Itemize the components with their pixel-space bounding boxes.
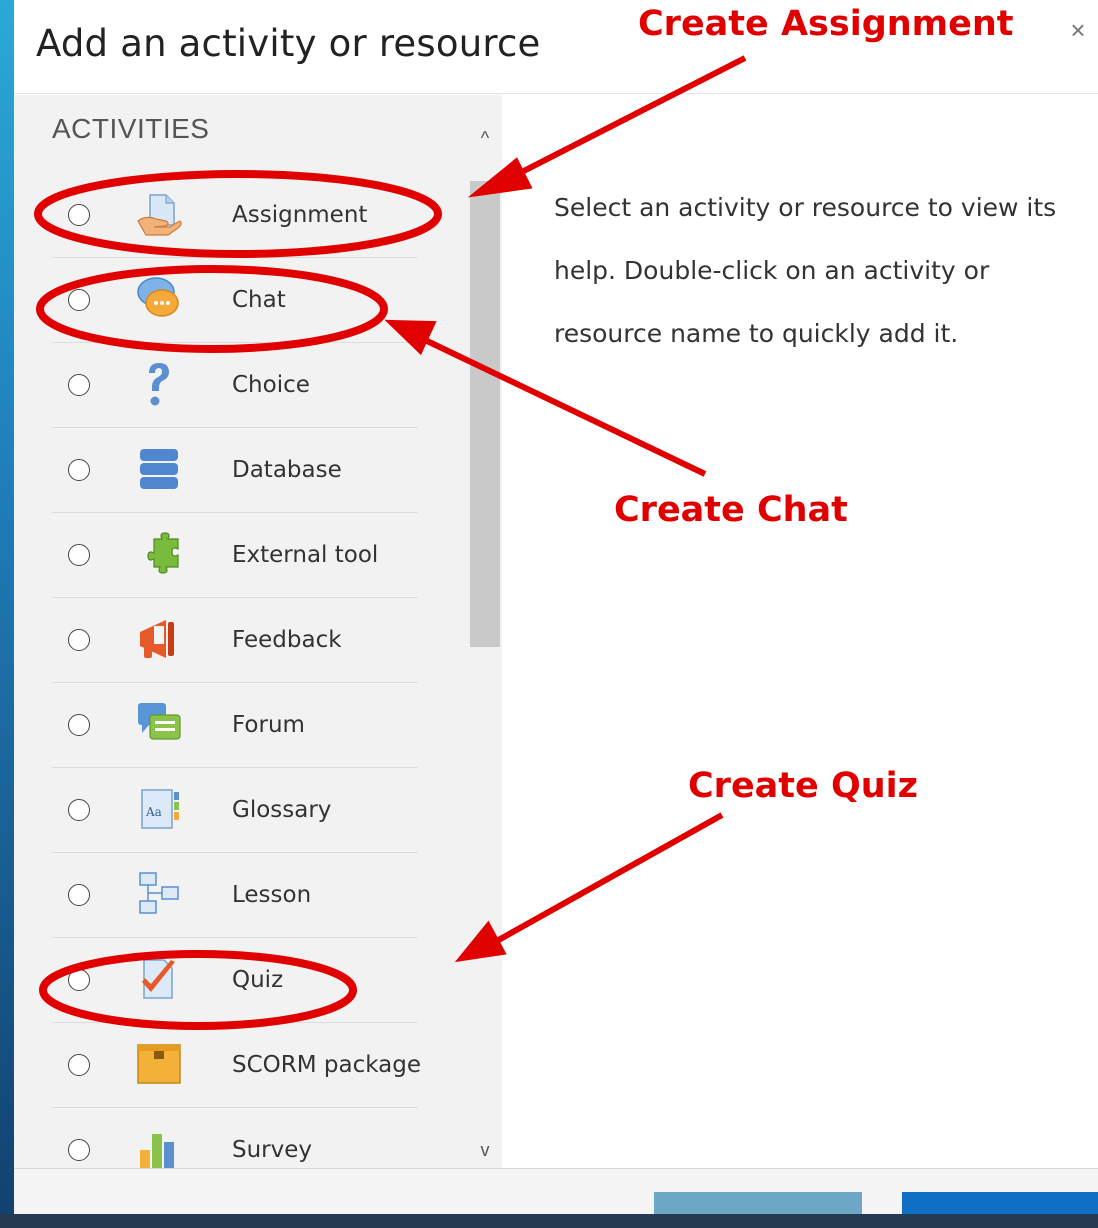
activity-radio[interactable] <box>68 459 90 481</box>
activity-item-chat[interactable]: Chat <box>52 258 418 343</box>
activity-label: Assignment <box>232 202 368 228</box>
forum-icon <box>136 701 182 747</box>
activity-list-scrollbar[interactable]: ^ v <box>468 95 502 1168</box>
quiz-icon <box>136 956 182 1002</box>
activity-list-panel[interactable]: ACTIVITIES Assignment Chat Choice Databa… <box>14 95 502 1168</box>
activity-item-forum[interactable]: Forum <box>52 683 418 768</box>
choice-icon <box>136 361 182 407</box>
dialog-title: Add an activity or resource <box>36 22 541 65</box>
svg-text:Aa: Aa <box>145 805 162 819</box>
activity-item-feedback[interactable]: Feedback <box>52 598 418 683</box>
glossary-icon: Aa <box>136 786 182 832</box>
activity-item-scorm-package[interactable]: SCORM package <box>52 1023 421 1108</box>
lesson-icon <box>136 871 182 917</box>
annotation-create-assignment: Create Assignment <box>638 4 1014 44</box>
taskbar <box>0 1214 1098 1228</box>
activity-item-assignment[interactable]: Assignment <box>52 173 418 258</box>
activity-radio[interactable] <box>68 884 90 906</box>
scroll-up-icon[interactable]: ^ <box>476 129 494 147</box>
activity-radio[interactable] <box>68 544 90 566</box>
activity-label: External tool <box>232 542 379 568</box>
activity-label: Choice <box>232 372 310 398</box>
survey-icon <box>136 1126 182 1168</box>
activity-item-survey[interactable]: Survey <box>52 1108 418 1168</box>
activity-radio[interactable] <box>68 1139 90 1161</box>
annotation-create-chat: Create Chat <box>614 490 848 530</box>
activity-radio[interactable] <box>68 289 90 311</box>
activity-label: Database <box>232 457 342 483</box>
chat-icon <box>136 276 182 322</box>
activity-label: SCORM package <box>232 1052 421 1078</box>
scroll-down-icon[interactable]: v <box>476 1141 494 1159</box>
activity-item-quiz[interactable]: Quiz <box>52 938 418 1023</box>
activity-label: Forum <box>232 712 305 738</box>
activity-item-choice[interactable]: Choice <box>52 343 418 428</box>
activity-label: Quiz <box>232 967 284 993</box>
help-text: Select an activity or resource to view i… <box>554 193 1057 348</box>
assignment-icon <box>136 191 182 237</box>
activity-radio[interactable] <box>68 799 90 821</box>
activity-radio[interactable] <box>68 714 90 736</box>
activity-radio[interactable] <box>68 374 90 396</box>
scroll-thumb[interactable] <box>470 181 500 647</box>
scorm-package-icon <box>136 1041 182 1087</box>
close-icon[interactable]: × <box>1064 14 1092 46</box>
activity-label: Feedback <box>232 627 342 653</box>
annotation-create-quiz: Create Quiz <box>688 766 918 806</box>
activity-label: Chat <box>232 287 286 313</box>
activity-item-glossary[interactable]: Aa Glossary <box>52 768 418 853</box>
activity-radio[interactable] <box>68 969 90 991</box>
feedback-icon <box>136 616 182 662</box>
database-icon <box>136 446 182 492</box>
add-activity-dialog: Add an activity or resource × ACTIVITIES… <box>14 0 1098 1228</box>
activity-label: Survey <box>232 1137 313 1163</box>
activity-item-external-tool[interactable]: External tool <box>52 513 418 598</box>
external-tool-icon <box>136 531 182 577</box>
activity-radio[interactable] <box>68 204 90 226</box>
activity-radio[interactable] <box>68 629 90 651</box>
section-heading-activities: ACTIVITIES <box>52 113 210 144</box>
activity-item-database[interactable]: Database <box>52 428 418 513</box>
activity-item-lesson[interactable]: Lesson <box>52 853 418 938</box>
activity-label: Glossary <box>232 797 332 823</box>
activity-label: Lesson <box>232 882 312 908</box>
activity-radio[interactable] <box>68 1054 90 1076</box>
